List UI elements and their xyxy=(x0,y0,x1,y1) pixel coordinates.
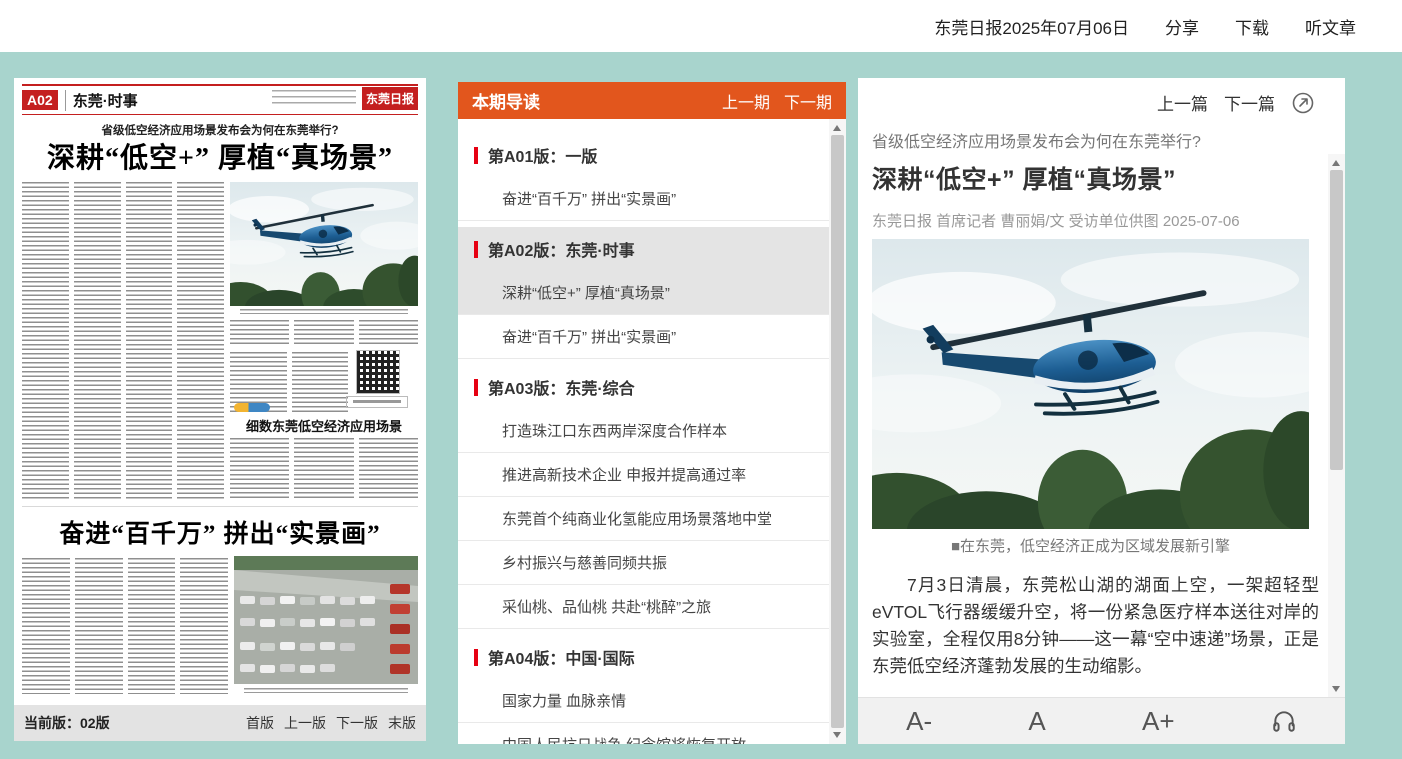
paper-reading-logo-icon xyxy=(234,403,270,412)
paper-helicopter-photo xyxy=(230,182,418,306)
section-marker xyxy=(474,379,478,396)
section-marker xyxy=(474,147,478,164)
scroll-up-arrow-icon[interactable] xyxy=(1332,160,1340,166)
paper-page-header: A02 东莞·时事 xyxy=(22,89,138,111)
toc-scrollbar-thumb[interactable] xyxy=(831,135,844,728)
paper-page-tag: A02 xyxy=(22,90,58,110)
paper-rule-top xyxy=(22,84,418,86)
paper-article1-headline[interactable]: 深耕“低空+” 厚植“真场景” xyxy=(14,136,426,176)
toc-panel: 本期导读 上一期 下一期 第A01版：一版 奋进“百千万” 拼出“实景画” 第A… xyxy=(458,82,846,744)
paper-body-text xyxy=(230,320,418,346)
toc-section-a02[interactable]: 第A02版：东莞·时事 xyxy=(458,227,829,271)
font-increase-button[interactable]: A+ xyxy=(1142,708,1175,734)
scroll-up-arrow-icon[interactable] xyxy=(833,125,841,131)
headphones-icon[interactable] xyxy=(1271,708,1297,734)
last-page-link[interactable]: 末版 xyxy=(388,713,416,733)
paper-qr-caption xyxy=(346,396,408,408)
paper-body-text xyxy=(230,438,418,498)
toc-item[interactable]: 推进高新技术企业 申报并提高通过率 xyxy=(458,453,829,497)
article-helicopter-photo xyxy=(872,239,1309,529)
paper-parking-photo xyxy=(234,556,418,684)
next-issue-link[interactable]: 下一期 xyxy=(784,89,832,113)
scroll-down-arrow-icon[interactable] xyxy=(1332,686,1340,692)
toc-section-label: 第A02版：东莞·时事 xyxy=(488,237,635,261)
brand-date-label: 东莞日报2025年07月06日 xyxy=(934,14,1129,39)
paper-photo1-caption xyxy=(240,309,408,314)
paper-article-divider xyxy=(22,506,418,507)
toc-section-a01[interactable]: 第A01版：一版 xyxy=(458,133,829,177)
toc-body: 第A01版：一版 奋进“百千万” 拼出“实景画” 第A02版：东莞·时事 深耕“… xyxy=(458,119,846,744)
article-panel: 上一篇 下一篇 省级低空经济应用场景发布会为何在东莞举行? 深耕“低空+” 厚植… xyxy=(858,78,1345,744)
font-decrease-button[interactable]: A- xyxy=(906,708,932,734)
toc-item[interactable]: 采仙桃、品仙桃 共赴“桃醉”之旅 xyxy=(458,585,829,629)
next-article-link[interactable]: 下一篇 xyxy=(1224,90,1275,115)
toc-item[interactable]: 奋进“百千万” 拼出“实景画” xyxy=(458,315,829,359)
toc-scrollbar[interactable] xyxy=(829,119,846,744)
toc-item-active[interactable]: 深耕“低空+” 厚植“真场景” xyxy=(458,271,829,315)
toc-section-label: 第A03版：东莞·综合 xyxy=(488,375,635,399)
article-scrollbar-thumb[interactable] xyxy=(1330,170,1343,470)
listen-article-link[interactable]: 听文章 xyxy=(1305,14,1356,39)
article-kicker: 省级低空经济应用场景发布会为何在东莞举行? xyxy=(872,128,1319,152)
toc-title: 本期导读 xyxy=(472,88,540,113)
paper-rule-bottom xyxy=(22,114,418,115)
toc-list: 第A01版：一版 奋进“百千万” 拼出“实景画” 第A02版：东莞·时事 深耕“… xyxy=(458,119,829,744)
newspaper-page-panel[interactable]: A02 东莞·时事 东莞日报 省级低空经济应用场景发布会为何在东莞举行? 深耕“… xyxy=(14,78,426,705)
toc-section-a04[interactable]: 第A04版：中国·国际 xyxy=(458,635,829,679)
toc-header: 本期导读 上一期 下一期 xyxy=(458,82,846,119)
font-default-button[interactable]: A xyxy=(1028,708,1045,734)
current-page-label: 当前版：02版 xyxy=(24,713,110,733)
toc-item[interactable]: 国家力量 血脉亲情 xyxy=(458,679,829,723)
article-photo-caption: ■在东莞，低空经济正成为区域发展新引擎 xyxy=(872,535,1309,556)
article-content: 省级低空经济应用场景发布会为何在东莞举行? 深耕“低空+” 厚植“真场景” 东莞… xyxy=(872,122,1319,698)
paper-header-meta: 东莞日报 xyxy=(272,87,418,110)
article-byline: 东莞日报 首席记者 曹丽娟/文 受访单位供图 2025-07-06 xyxy=(872,210,1319,231)
toc-section-a03[interactable]: 第A03版：东莞·综合 xyxy=(458,365,829,409)
prev-issue-link[interactable]: 上一期 xyxy=(722,89,770,113)
paper-body-text-columns xyxy=(22,182,224,500)
download-link[interactable]: 下载 xyxy=(1235,14,1269,39)
section-marker xyxy=(474,241,478,258)
share-link[interactable]: 分享 xyxy=(1165,14,1199,39)
article-paragraph-1: 7月3日清晨，东莞松山湖的湖面上空，一架超轻型eVTOL飞行器缓缓升空，将一份紧… xyxy=(872,572,1319,680)
toc-item[interactable]: 东莞首个纯商业化氢能应用场景落地中堂 xyxy=(458,497,829,541)
toc-item[interactable]: 打造珠江口东西两岸深度合作样本 xyxy=(458,409,829,453)
paper-subheadline[interactable]: 细数东莞低空经济应用场景 xyxy=(230,416,418,435)
paper-masthead: 东莞日报 xyxy=(362,87,418,110)
paper-qr-code xyxy=(356,350,400,394)
toc-section-label: 第A04版：中国·国际 xyxy=(488,645,635,669)
first-page-link[interactable]: 首版 xyxy=(246,713,274,733)
next-page-link[interactable]: 下一版 xyxy=(336,713,378,733)
paper-photo2-caption xyxy=(244,688,408,693)
article-title: 深耕“低空+” 厚植“真场景” xyxy=(872,160,1319,196)
prev-page-link[interactable]: 上一版 xyxy=(284,713,326,733)
article-scrollbar[interactable] xyxy=(1328,154,1345,698)
paper-section-title: 东莞·时事 xyxy=(65,90,138,111)
article-nav: 上一篇 下一篇 xyxy=(1157,90,1315,115)
prev-article-link[interactable]: 上一篇 xyxy=(1157,90,1208,115)
scroll-down-arrow-icon[interactable] xyxy=(833,732,841,738)
paper-meta-text xyxy=(272,90,356,108)
toc-item[interactable]: 奋进“百千万” 拼出“实景画” xyxy=(458,177,829,221)
open-external-icon[interactable] xyxy=(1291,91,1315,115)
article-toolbar: A- A A+ xyxy=(858,697,1345,744)
toc-item[interactable]: 乡村振兴与慈善同频共振 xyxy=(458,541,829,585)
paper-body-text-columns xyxy=(22,558,228,694)
section-marker xyxy=(474,649,478,666)
paper-article2-headline[interactable]: 奋进“百千万” 拼出“实景画” xyxy=(14,514,426,550)
toc-item[interactable]: 中国人民抗日战争 纪念馆将恢复开放 xyxy=(458,723,829,744)
toc-section-label: 第A01版：一版 xyxy=(488,143,597,167)
page-pager-bar: 当前版：02版 首版 上一版 下一版 末版 xyxy=(14,705,426,741)
top-bar: 东莞日报2025年07月06日 分享 下载 听文章 xyxy=(0,0,1402,52)
